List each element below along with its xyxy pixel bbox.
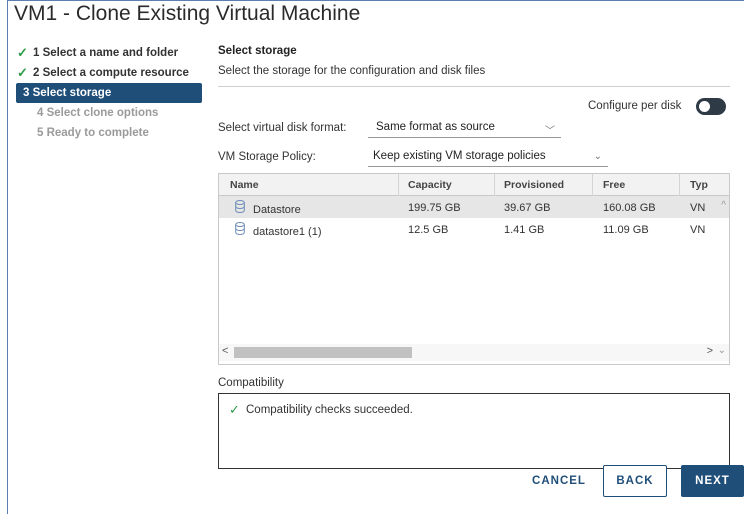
compatibility-box: ✓ Compatibility checks succeeded.: [218, 393, 730, 469]
storage-policy-select[interactable]: Keep existing VM storage policies ⌄: [368, 150, 608, 167]
column-divider: [398, 174, 399, 196]
configure-per-disk-label: Configure per disk: [588, 100, 682, 112]
step-select-storage[interactable]: 3 Select storage: [16, 83, 202, 103]
disk-format-label: Select virtual disk format:: [218, 122, 347, 134]
compatibility-label: Compatibility: [218, 377, 284, 389]
cell-capacity: 12.5 GB: [408, 224, 449, 236]
cell-provisioned: 39.67 GB: [504, 202, 551, 214]
check-icon: ✓: [17, 45, 28, 60]
toggle-knob: [699, 101, 710, 112]
scroll-up-arrow[interactable]: ^: [721, 200, 726, 211]
table-row[interactable]: datastore1 (1) 12.5 GB 1.41 GB 11.09 GB …: [219, 218, 729, 240]
divider: [218, 86, 730, 87]
disk-format-value: Same format as source: [376, 121, 495, 133]
table-row[interactable]: Datastore 199.75 GB 39.67 GB 160.08 GB V…: [219, 196, 729, 218]
database-icon: [235, 200, 245, 213]
cell-free: 11.09 GB: [603, 224, 649, 236]
check-icon: ✓: [229, 402, 240, 417]
step-label: 1 Select a name and folder: [33, 47, 179, 59]
column-divider: [679, 174, 680, 196]
check-icon: ✓: [17, 65, 28, 80]
column-header-free[interactable]: Free: [603, 179, 625, 191]
window-frame-top: [7, 0, 744, 1]
wizard-title: VM1 - Clone Existing Virtual Machine: [14, 2, 361, 25]
column-header-name[interactable]: Name: [230, 179, 259, 191]
database-icon: [235, 222, 245, 235]
cell-type: VN: [690, 202, 706, 214]
step-select-clone-options: 4 Select clone options: [12, 103, 202, 123]
cell-name: datastore1 (1): [253, 226, 322, 238]
section-description: Select the storage for the configuration…: [218, 65, 486, 77]
cell-free: 160.08 GB: [603, 202, 656, 214]
step-select-name-folder[interactable]: ✓ 1 Select a name and folder: [12, 43, 202, 63]
cell-provisioned: 1.41 GB: [504, 224, 545, 236]
step-label: 3 Select storage: [23, 87, 112, 99]
back-button[interactable]: BACK: [603, 465, 667, 497]
scroll-right-arrow[interactable]: >: [707, 345, 713, 357]
cell-name: Datastore: [253, 204, 301, 216]
column-header-type[interactable]: Typ: [690, 179, 712, 191]
cancel-button[interactable]: CANCEL: [528, 465, 590, 497]
window-frame-left: [7, 0, 8, 514]
column-header-capacity[interactable]: Capacity: [408, 179, 452, 191]
storage-policy-label: VM Storage Policy:: [218, 151, 316, 163]
step-label: 2 Select a compute resource: [33, 67, 189, 79]
wizard-steps: ✓ 1 Select a name and folder ✓ 2 Select …: [12, 43, 202, 143]
chevron-down-icon: ⌄: [593, 151, 602, 162]
step-label: 4 Select clone options: [37, 107, 159, 119]
section-title: Select storage: [218, 45, 297, 57]
storage-policy-value: Keep existing VM storage policies: [373, 150, 546, 162]
horizontal-scrollbar[interactable]: < > ⌄: [219, 344, 729, 361]
chevron-down-icon: ﹀: [545, 126, 555, 137]
datastore-table: Name Capacity Provisioned Free Typ Datas…: [218, 173, 730, 365]
scroll-down-arrow[interactable]: ⌄: [718, 345, 726, 356]
compatibility-message: Compatibility checks succeeded.: [246, 404, 413, 416]
step-ready-to-complete: 5 Ready to complete: [12, 123, 202, 143]
table-header: Name Capacity Provisioned Free Typ: [219, 174, 729, 196]
column-header-provisioned[interactable]: Provisioned: [504, 179, 564, 191]
disk-format-select[interactable]: Same format as source ﹀: [368, 121, 561, 138]
column-divider: [592, 174, 593, 196]
cell-type: VN: [690, 224, 706, 236]
column-divider: [494, 174, 495, 196]
scroll-left-arrow[interactable]: <: [222, 345, 228, 357]
scrollbar-thumb[interactable]: [234, 347, 412, 358]
cell-capacity: 199.75 GB: [408, 202, 461, 214]
step-select-compute-resource[interactable]: ✓ 2 Select a compute resource: [12, 63, 202, 83]
next-button[interactable]: NEXT: [681, 465, 744, 497]
configure-per-disk-toggle[interactable]: [696, 98, 726, 115]
step-label: 5 Ready to complete: [37, 127, 149, 139]
